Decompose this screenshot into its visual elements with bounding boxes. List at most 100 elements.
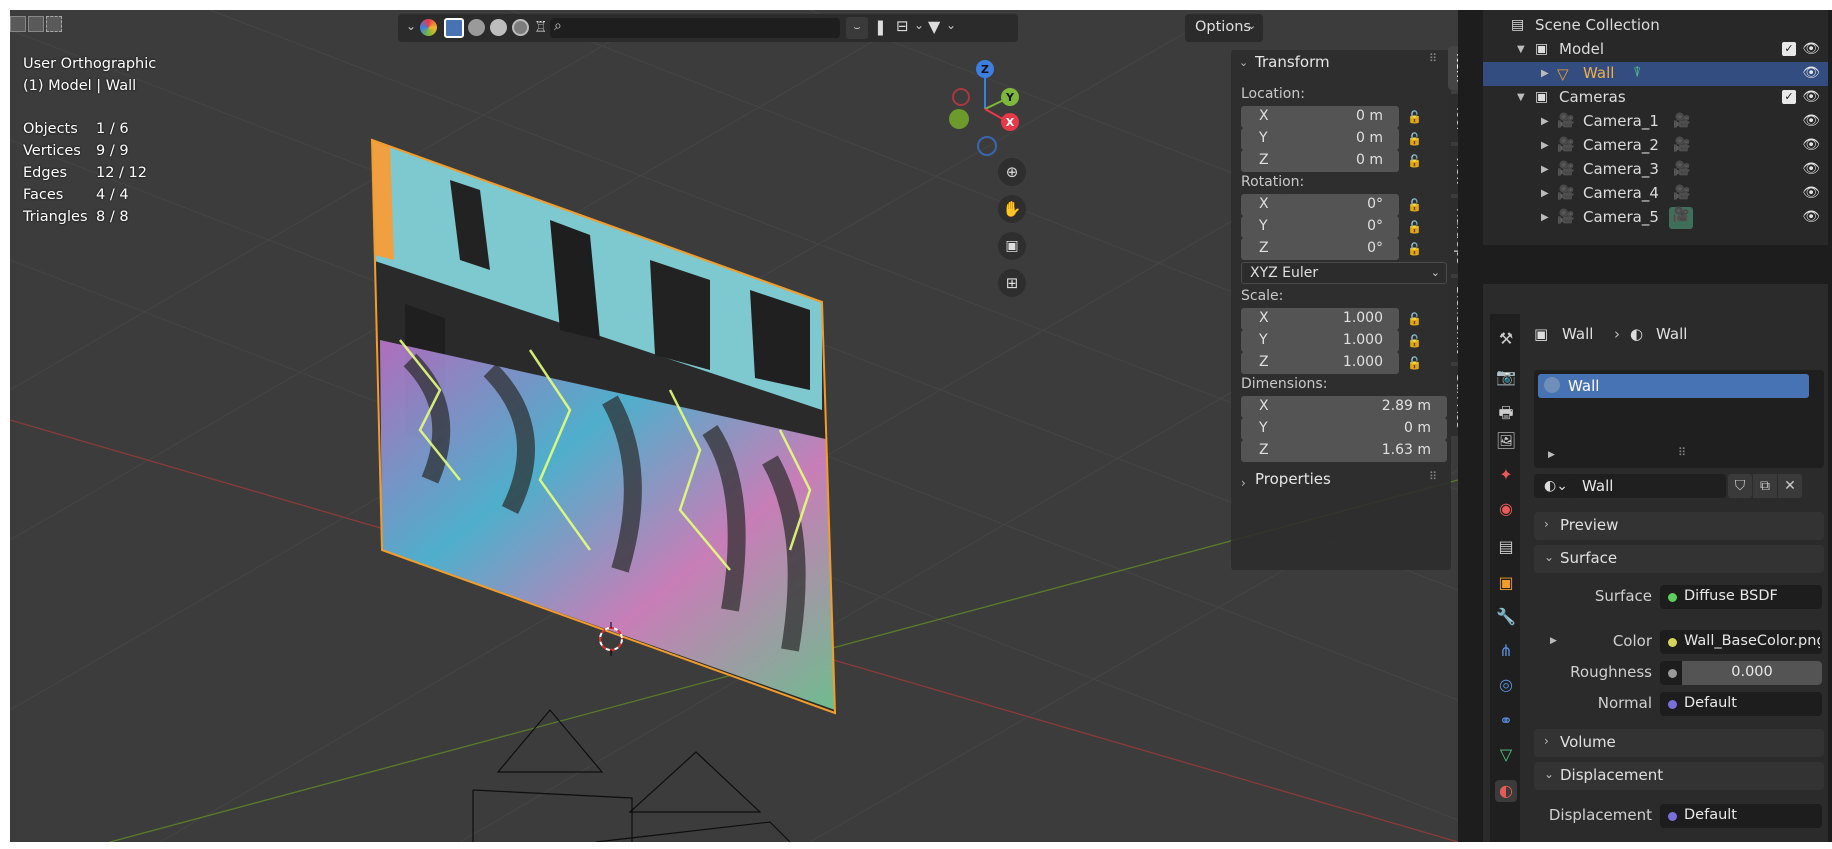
eye-icon[interactable]: 👁 xyxy=(1802,161,1820,177)
ortho-grid-icon[interactable]: ⊞ xyxy=(998,269,1026,297)
location-x-field[interactable]: X 0 m xyxy=(1241,106,1399,128)
lock-icon[interactable]: 🔓 xyxy=(1407,198,1425,214)
roughness-field[interactable]: 0.000 xyxy=(1660,661,1822,685)
constraints-tab-icon[interactable]: ⚭ xyxy=(1495,710,1517,732)
output-tab-icon[interactable]: 🖶 xyxy=(1495,402,1517,424)
expand-right-icon[interactable]: ▶ xyxy=(1541,212,1549,223)
lock-icon[interactable]: 🔓 xyxy=(1407,312,1425,328)
viewport-search-input[interactable]: ⌕ xyxy=(550,18,840,38)
overlay-color-icon[interactable] xyxy=(420,19,437,36)
eye-icon[interactable]: 👁 xyxy=(1802,65,1820,81)
lock-icon[interactable]: 🔓 xyxy=(1407,242,1425,258)
select-new-icon[interactable] xyxy=(10,16,26,32)
world-tab-icon[interactable]: ◉ xyxy=(1495,498,1517,520)
outliner-camera-item[interactable]: ▶ 🎥 Camera_2 🎥 👁 xyxy=(1483,134,1828,158)
checkbox-icon[interactable]: ✓ xyxy=(1782,42,1796,56)
lock-icon[interactable]: 🔓 xyxy=(1407,110,1425,126)
wireframe-shading-icon[interactable] xyxy=(444,18,464,38)
rotation-z-field[interactable]: Z 0° xyxy=(1241,238,1399,260)
expand-right-icon[interactable]: ▶ xyxy=(1541,68,1549,79)
transform-header[interactable]: Transform xyxy=(1255,53,1330,71)
expand-down-icon[interactable]: ▼ xyxy=(1517,44,1525,55)
select-mode-buttons[interactable] xyxy=(10,16,62,36)
drag-handle-icon[interactable]: ⠿ xyxy=(1429,52,1437,65)
outliner-camera-item[interactable]: ▶ 🎥 Camera_1 🎥 👁 xyxy=(1483,110,1828,134)
navigation-gizmo[interactable]: Z Y X xyxy=(949,60,1019,156)
expand-down-icon[interactable]: ▼ xyxy=(1517,92,1525,103)
wall-mesh[interactable] xyxy=(360,130,860,730)
volume-section-header[interactable]: › Volume xyxy=(1534,729,1824,757)
scale-y-field[interactable]: Y 1.000 xyxy=(1241,330,1399,352)
lock-icon[interactable]: 🔓 xyxy=(1407,220,1425,236)
rendered-shading-icon[interactable] xyxy=(512,19,529,36)
expand-right-icon[interactable]: ▶ xyxy=(1548,450,1555,460)
outliner-camera-item[interactable]: ▶ 🎥 Camera_3 🎥 👁 xyxy=(1483,158,1828,182)
surface-section-header[interactable]: ⌄ Surface xyxy=(1534,545,1824,573)
outliner-wall-object[interactable]: ▶ ▽ Wall ⍒ 👁 xyxy=(1483,62,1828,86)
layout-icon[interactable]: ⊟ xyxy=(896,17,909,35)
preview-section-header[interactable]: › Preview xyxy=(1534,512,1824,540)
lock-icon[interactable]: 🔓 xyxy=(1407,154,1425,170)
zoom-icon[interactable]: ⊕ xyxy=(998,158,1026,186)
select-subtract-icon[interactable] xyxy=(46,16,62,32)
filter-dropdown-icon[interactable]: ⌄ xyxy=(946,18,956,32)
filter-icon[interactable]: ▼ xyxy=(928,17,940,36)
physics-tab-icon[interactable]: ◎ xyxy=(1495,674,1517,696)
duplicate-icon[interactable]: ⧉ xyxy=(1753,474,1777,498)
outliner-model-collection[interactable]: ▼ ▣ Model ✓ 👁 xyxy=(1483,38,1828,62)
view-layer-tab-icon[interactable]: 🖼 xyxy=(1495,430,1517,452)
displacement-field[interactable]: Default xyxy=(1660,804,1822,828)
mesh-data-tab-icon[interactable]: ▽ xyxy=(1495,744,1517,766)
pan-hand-icon[interactable]: ✋ xyxy=(998,195,1026,223)
camera-data-icon[interactable]: 🎥 xyxy=(1673,137,1691,155)
outliner-camera-item[interactable]: ▶ 🎥 Camera_4 🎥 👁 xyxy=(1483,182,1828,206)
eye-icon[interactable]: 👁 xyxy=(1802,185,1820,201)
modifier-tab-icon[interactable]: 🔧 xyxy=(1495,606,1517,628)
solid-shading-icon[interactable] xyxy=(468,19,485,36)
shading-options-icon[interactable]: ♖ xyxy=(534,18,547,36)
drag-handle-icon[interactable]: ⠿ xyxy=(1678,446,1686,459)
material-shading-icon[interactable] xyxy=(490,19,507,36)
eye-icon[interactable]: 👁 xyxy=(1802,137,1820,153)
expand-right-icon[interactable]: ▶ xyxy=(1541,164,1549,175)
scale-z-field[interactable]: Z 1.000 xyxy=(1241,352,1399,374)
material-slot-item[interactable]: Wall xyxy=(1538,374,1809,398)
eye-icon[interactable]: 👁 xyxy=(1802,41,1820,57)
camera-view-icon[interactable]: ▣ xyxy=(998,232,1026,260)
rotation-mode-select[interactable]: XYZ Euler ⌄ xyxy=(1241,262,1447,284)
expand-right-icon[interactable]: ▶ xyxy=(1541,140,1549,151)
outliner-cameras-collection[interactable]: ▼ ▣ Cameras ✓ 👁 xyxy=(1483,86,1828,110)
dimension-x-field[interactable]: X 2.89 m xyxy=(1241,396,1447,418)
displacement-section-header[interactable]: ⌄ Displacement xyxy=(1534,762,1824,790)
color-texture-field[interactable]: Wall_BaseColor.png xyxy=(1660,630,1822,654)
scale-x-field[interactable]: X 1.000 xyxy=(1241,308,1399,330)
3d-viewport[interactable]: Z Y X ⊕ ✋ ▣ ⊞ ⌄ ♖ ⌕ ⌣ ❚ ⊟ ⌄ ▼ ⌄ Options … xyxy=(10,10,1458,842)
rotation-y-field[interactable]: Y 0° xyxy=(1241,216,1399,238)
expand-right-icon[interactable]: ▶ xyxy=(1541,188,1549,199)
material-name-field[interactable]: Wall xyxy=(1576,474,1726,498)
render-tab-icon[interactable]: 📷 xyxy=(1495,366,1517,388)
eye-icon[interactable]: 👁 xyxy=(1802,209,1820,225)
expand-right-icon[interactable]: ▶ xyxy=(1541,116,1549,127)
collection-tab-icon[interactable]: ▤ xyxy=(1495,536,1517,558)
select-extend-icon[interactable] xyxy=(28,16,44,32)
lock-icon[interactable]: 🔓 xyxy=(1407,132,1425,148)
filter-toggle-icon[interactable]: ⌣ xyxy=(846,17,868,39)
layout-dropdown-icon[interactable]: ⌄ xyxy=(914,18,924,32)
material-tab-icon[interactable]: ◐ xyxy=(1495,780,1517,802)
close-icon[interactable]: ✕ xyxy=(1778,474,1802,498)
options-button[interactable]: Options ⌄ xyxy=(1185,14,1263,42)
particles-tab-icon[interactable]: ⋔ xyxy=(1495,640,1517,662)
checkbox-icon[interactable]: ✓ xyxy=(1782,90,1796,104)
outliner-scene-collection[interactable]: ▤ Scene Collection xyxy=(1483,14,1828,38)
tool-tab-icon[interactable]: ⚒ xyxy=(1495,328,1517,350)
rotation-x-field[interactable]: X 0° xyxy=(1241,194,1399,216)
chevron-down-icon[interactable]: ⌄ xyxy=(406,19,416,33)
camera-data-icon[interactable]: 🎥 xyxy=(1673,113,1691,131)
bookmark-icon[interactable]: ❚ xyxy=(874,18,887,36)
camera-data-icon[interactable]: 🎥 xyxy=(1673,185,1691,203)
properties-header[interactable]: Properties xyxy=(1255,470,1331,488)
fake-user-shield-icon[interactable]: ⛉ xyxy=(1728,474,1752,498)
lock-icon[interactable]: 🔓 xyxy=(1407,334,1425,350)
normal-field[interactable]: Default xyxy=(1660,692,1822,716)
